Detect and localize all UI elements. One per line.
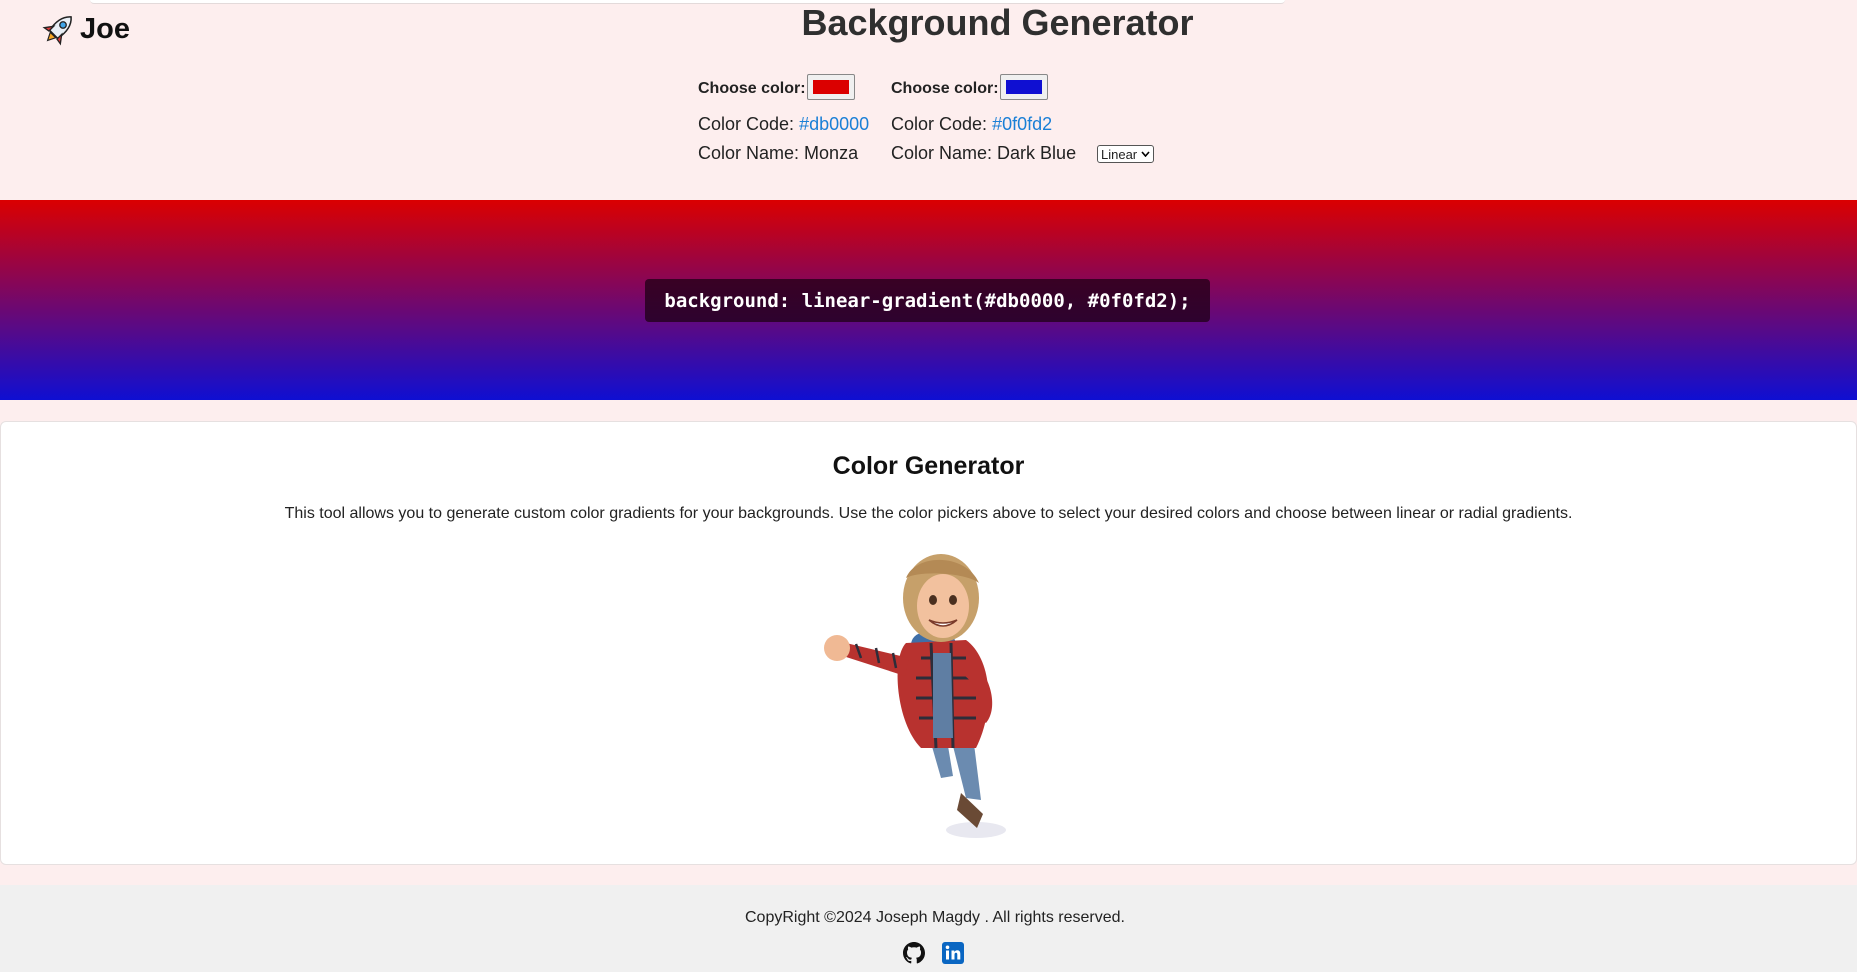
color-input-1[interactable] xyxy=(806,74,855,100)
github-icon[interactable] xyxy=(903,942,925,964)
choose-color-row-1: Choose color: xyxy=(698,74,888,102)
color-code-row-1: Color Code: #db0000 xyxy=(698,114,869,135)
choose-color-label: Choose color: xyxy=(891,80,999,97)
color-name-value-1: Monza xyxy=(804,143,859,163)
color-code-value-1[interactable]: #db0000 xyxy=(799,114,869,134)
color-swatch-2 xyxy=(1005,80,1042,94)
choose-color-row-2: Choose color: xyxy=(891,74,1081,102)
social-links xyxy=(903,942,964,964)
choose-color-label: Choose color: xyxy=(698,80,806,97)
header-bar: Joe Background Generator Choose color: C… xyxy=(0,0,1857,200)
color-name-label: Color Name: xyxy=(891,143,993,163)
color-code-label: Color Code: xyxy=(698,114,795,134)
info-title: Color Generator xyxy=(832,452,1025,480)
copyright-text: CopyRight ©2024 Joseph Magdy . All right… xyxy=(745,909,1125,926)
chevron-down-icon xyxy=(1141,151,1150,157)
gradient-preview: background: linear-gradient(#db0000, #0f… xyxy=(0,200,1857,400)
css-output[interactable]: background: linear-gradient(#db0000, #0f… xyxy=(645,279,1210,322)
color-name-label: Color Name: xyxy=(698,143,800,163)
color-input-2[interactable] xyxy=(999,74,1048,100)
color-code-value-2[interactable]: #0f0fd2 xyxy=(992,114,1052,134)
footer: CopyRight ©2024 Joseph Magdy . All right… xyxy=(0,885,1857,972)
color-swatch-1 xyxy=(812,80,849,94)
color-name-value-2: Dark Blue xyxy=(997,143,1077,163)
linkedin-icon[interactable] xyxy=(942,942,964,964)
color-name-row-1: Color Name: Monza xyxy=(698,143,858,164)
color-picker-group-1: Choose color: Color Code: #db0000 Color … xyxy=(698,74,888,163)
gradient-type-select[interactable]: Linear xyxy=(1097,145,1154,163)
info-card: Color Generator This tool allows you to … xyxy=(0,421,1857,865)
color-code-label: Color Code: xyxy=(891,114,988,134)
flying-boy-illustration xyxy=(824,554,1006,838)
color-name-row-2: Color Name: Dark Blue xyxy=(891,143,1076,164)
info-description: This tool allows you to generate custom … xyxy=(284,505,1573,522)
page-title: Background Generator xyxy=(801,2,1194,43)
gradient-type-value: Linear xyxy=(1101,146,1138,162)
color-code-row-2: Color Code: #0f0fd2 xyxy=(891,114,1052,135)
color-picker-group-2: Choose color: Color Code: #0f0fd2 Color … xyxy=(891,74,1081,163)
